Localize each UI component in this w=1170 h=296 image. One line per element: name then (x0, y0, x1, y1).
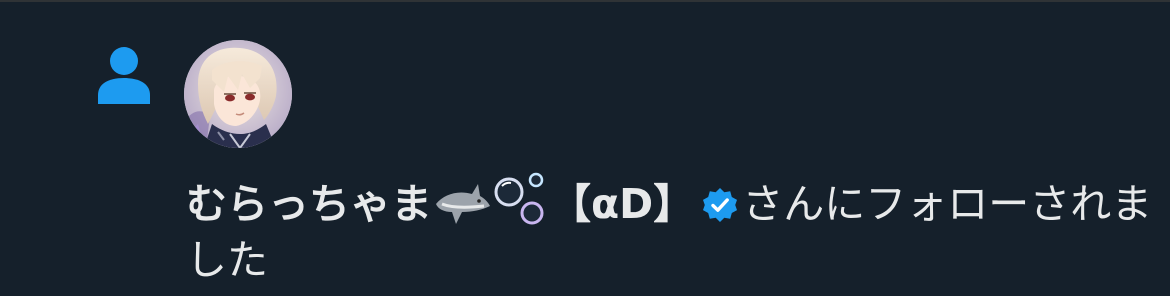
follow-notification[interactable]: むらっちゃま 【αD】 さんにフォローされました (0, 0, 1170, 296)
verified-badge-icon (702, 187, 738, 223)
user-display-name[interactable]: むらっちゃま (186, 180, 432, 228)
avatar[interactable] (184, 40, 292, 148)
person-follow-icon (96, 44, 152, 104)
bubbles-icon (492, 170, 550, 226)
shark-icon (432, 182, 492, 226)
notification-message[interactable]: むらっちゃま 【αD】 さんにフォローされました (186, 170, 1156, 288)
user-tag: 【αD】 (550, 180, 695, 228)
